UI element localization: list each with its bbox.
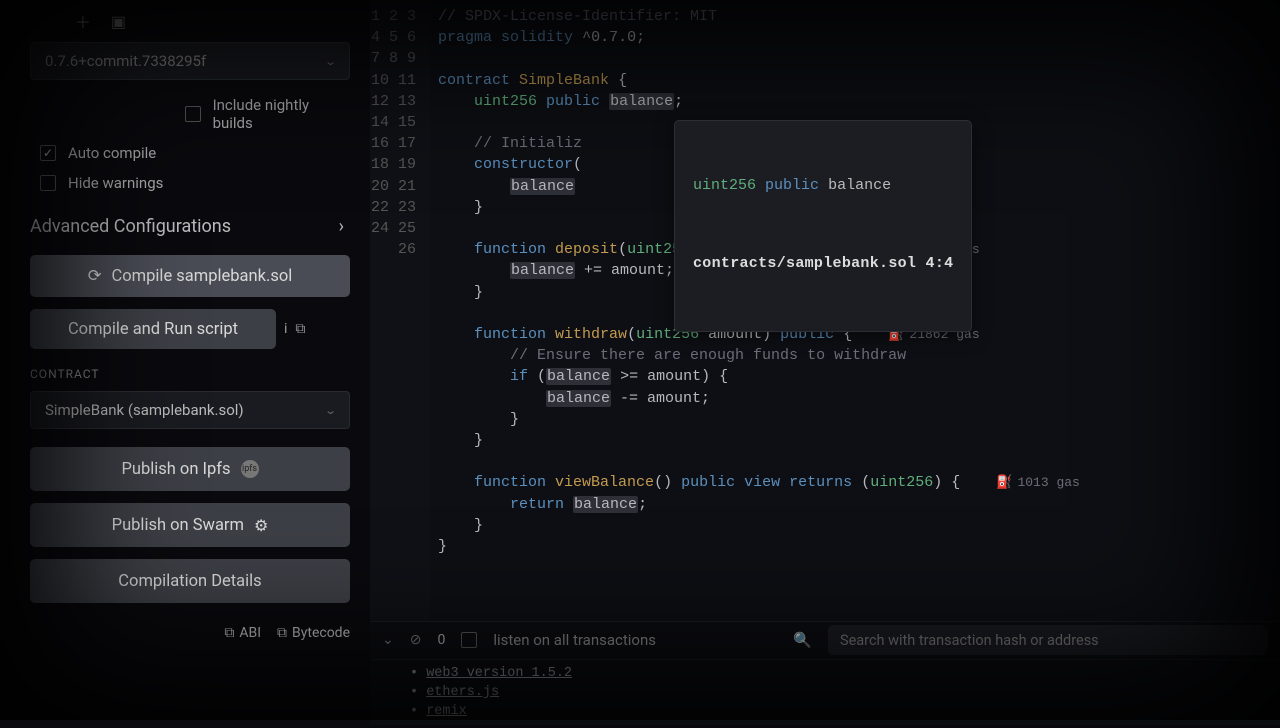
info-icon[interactable]: i — [284, 321, 287, 337]
swarm-icon: ⚙ — [254, 516, 268, 535]
publish-ipfs-label: Publish on Ipfs — [121, 460, 230, 479]
compile-button[interactable]: ⟳ Compile samplebank.sol — [30, 255, 350, 297]
hover-tooltip: uint256 public balance contracts/sampleb… — [674, 120, 972, 332]
advanced-config-toggle[interactable]: Advanced Configurations › — [30, 198, 350, 251]
refresh-icon: ⟳ — [88, 266, 102, 286]
advanced-config-label: Advanced Configurations — [30, 216, 231, 237]
autocompile-label: Auto compile — [68, 144, 156, 162]
tabs-row: ······ ＋ ▣ — [30, 10, 350, 32]
terminal-panel: ⌄ ⊘ 0 listen on all transactions 🔍 Searc… — [370, 621, 1280, 725]
chevron-down-icon: ⌄ — [324, 404, 337, 417]
pending-count: 0 — [437, 632, 445, 648]
bytecode-link[interactable]: ⧉ Bytecode — [277, 625, 350, 641]
terminal-log: • web3 version 1.5.2 • ethers.js • remix — [370, 660, 1280, 725]
hidewarnings-checkbox[interactable] — [40, 175, 56, 191]
compiler-version-select[interactable]: 0.7.6+commit.7338295f ⌄ — [30, 42, 350, 80]
tooltip-signature: uint256 public balance — [693, 175, 953, 196]
compilation-details-label: Compilation Details — [118, 572, 261, 591]
tab-placeholder: ······ — [30, 14, 61, 28]
collapse-icon[interactable]: ⌄ — [382, 632, 394, 648]
ipfs-icon: ipfs — [241, 460, 259, 478]
compiler-sidebar: ······ ＋ ▣ 0.7.6+commit.7338295f ⌄ Inclu… — [0, 0, 370, 720]
copy-icon[interactable]: ⧉ — [295, 321, 305, 337]
tx-search-placeholder: Search with transaction hash or address — [840, 632, 1099, 649]
add-tab-icon[interactable]: ＋ — [71, 9, 97, 33]
code-content[interactable]: // SPDX-License-Identifier: MIT pragma s… — [430, 0, 1280, 621]
clear-icon[interactable]: ⊘ — [410, 632, 422, 648]
nightly-checkbox[interactable] — [185, 106, 201, 122]
abi-link[interactable]: ⧉ ABI — [224, 625, 261, 641]
contract-section-label: CONTRACT — [30, 367, 350, 381]
listen-checkbox[interactable] — [461, 632, 477, 648]
code-editor[interactable]: 1 2 3 4 5 6 7 8 9 10 11 12 13 14 15 16 1… — [370, 0, 1280, 720]
compile-button-label: Compile samplebank.sol — [112, 267, 293, 286]
autocompile-checkbox[interactable] — [40, 145, 56, 161]
chevron-right-icon: › — [339, 216, 344, 237]
tooltip-location: contracts/samplebank.sol 4:4 — [693, 253, 953, 274]
chevron-down-icon: ⌄ — [324, 55, 337, 68]
publish-swarm-button[interactable]: Publish on Swarm ⚙ — [30, 503, 350, 547]
compiler-version-value: 0.7.6+commit.7338295f — [45, 52, 206, 70]
publish-ipfs-button[interactable]: Publish on Ipfs ipfs — [30, 447, 350, 491]
hidewarnings-label: Hide warnings — [68, 174, 163, 192]
compile-run-label: Compile and Run script — [68, 320, 238, 339]
listen-label: listen on all transactions — [493, 631, 656, 649]
log-remix[interactable]: remix — [426, 704, 467, 719]
nightly-label: Include nightly builds — [213, 96, 350, 132]
tx-search-input[interactable]: Search with transaction hash or address — [828, 625, 1268, 655]
publish-swarm-label: Publish on Swarm — [112, 516, 244, 535]
search-icon[interactable]: 🔍 — [793, 631, 812, 649]
log-ethers[interactable]: ethers.js — [426, 685, 499, 700]
contract-select[interactable]: SimpleBank (samplebank.sol) ⌄ — [30, 391, 350, 429]
panel-icon[interactable]: ▣ — [107, 12, 132, 31]
log-web3[interactable]: web3 version 1.5.2 — [426, 666, 572, 681]
contract-select-value: SimpleBank (samplebank.sol) — [45, 401, 244, 419]
line-number-gutter: 1 2 3 4 5 6 7 8 9 10 11 12 13 14 15 16 1… — [370, 0, 430, 621]
compilation-details-button[interactable]: Compilation Details — [30, 559, 350, 603]
compile-run-button[interactable]: Compile and Run script — [30, 309, 276, 349]
